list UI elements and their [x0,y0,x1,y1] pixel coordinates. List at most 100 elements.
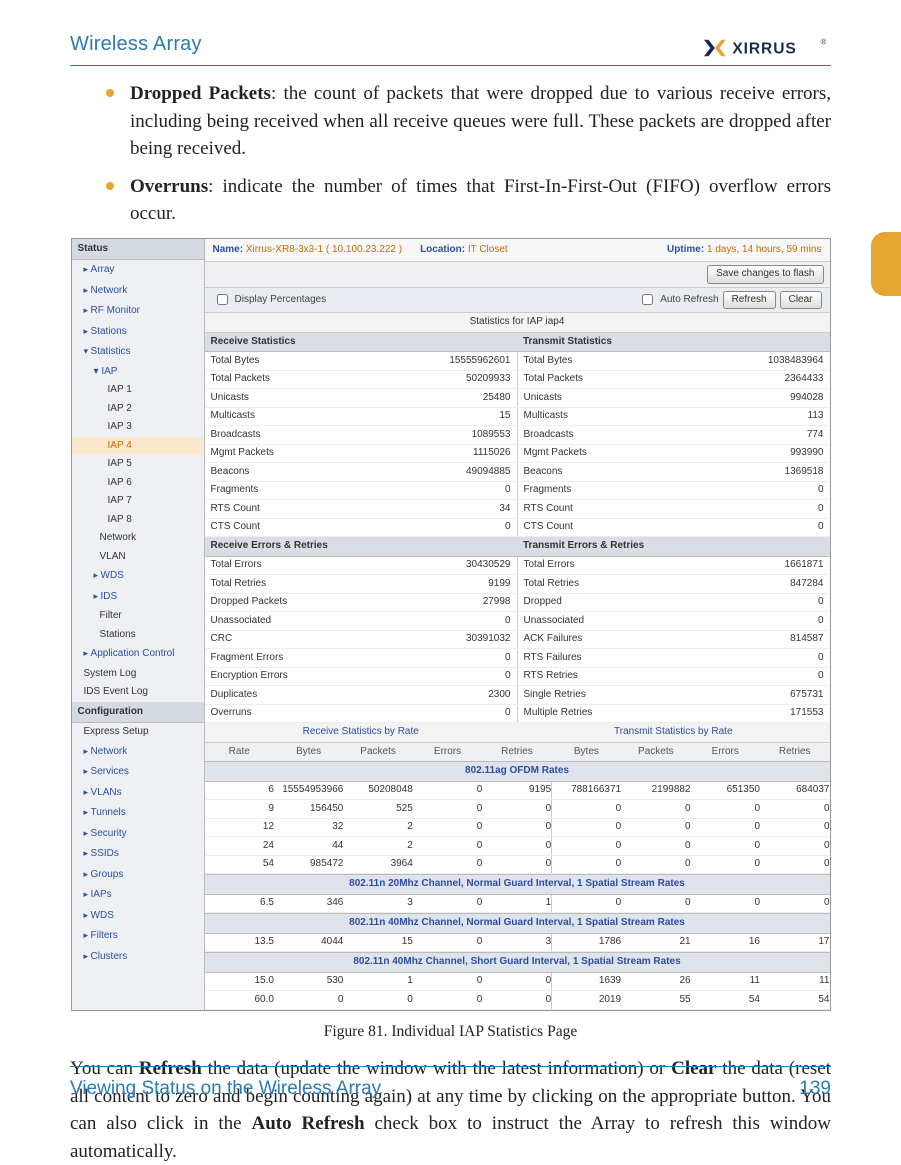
table-row: 13.5404415031786211617 [205,934,830,952]
sidebar-item-network[interactable]: Network [72,529,204,548]
sidebar-item-iap-7[interactable]: IAP 7 [72,492,204,511]
sidebar-item-system-log[interactable]: System Log [72,665,204,684]
sidebar-group-iap[interactable]: IAP [72,363,204,382]
figure-caption: Figure 81. Individual IAP Statistics Pag… [70,1021,831,1043]
table-row: 6155549539665020804809195788166371219988… [205,782,830,800]
sidebar-item-wds[interactable]: WDS [72,566,204,587]
xirrus-logo: XIRRUS ® [703,37,831,59]
sidebar-item-iap-1[interactable]: IAP 1 [72,381,204,400]
auto-refresh-checkbox[interactable]: Auto Refresh [638,291,718,308]
rate-rx-header: Receive Statistics by Rate [205,723,518,743]
sidebar-item-filters[interactable]: Filters [72,926,204,947]
sidebar-item-security[interactable]: Security [72,824,204,845]
sidebar-item-wds[interactable]: WDS [72,906,204,927]
sidebar-item-iap-6[interactable]: IAP 6 [72,474,204,493]
table-row: Encryption Errors0RTS Retries0 [205,667,830,686]
table-row: Overruns0Multiple Retries171553 [205,704,830,723]
stats-caption: Statistics for IAP iap4 [205,313,830,333]
rate-table: 6.53463010000 [205,895,830,914]
bullet-icon [106,182,114,190]
table-row: Unicasts25480Unicasts994028 [205,389,830,408]
table-row: Broadcasts1089553Broadcasts774 [205,426,830,445]
sidebar-item-rf-monitor[interactable]: RF Monitor [72,301,204,322]
stats-table: Total Bytes15555962601Total Bytes1038483… [205,352,830,537]
sidebar-item-clusters[interactable]: Clusters [72,947,204,968]
table-row: 60.000002019555454 [205,991,830,1010]
sidebar-item-network[interactable]: Network [72,742,204,763]
sidebar-item-ids-log[interactable]: IDS Event Log [72,683,204,702]
table-row: Total Errors30430529Total Errors1661871 [205,557,830,575]
svg-text:®: ® [820,37,826,46]
sidebar-item-tunnels[interactable]: Tunnels [72,803,204,824]
sidebar-item-iap-2[interactable]: IAP 2 [72,400,204,419]
table-row: 549854723964000000 [205,855,830,874]
sidebar-item-iap-8[interactable]: IAP 8 [72,511,204,530]
rx-err-header: Receive Errors & Retries [205,537,518,557]
sidebar-config-header: Configuration [72,702,204,724]
sidebar-item-stations[interactable]: Stations [72,626,204,645]
rate-table: 6155549539665020804809195788166371219988… [205,782,830,875]
svg-text:XIRRUS: XIRRUS [732,40,796,57]
table-row: CTS Count0CTS Count0 [205,518,830,537]
info-bar: Name: Xirrus-XR8-3x3-1 ( 10.100.23.222 )… [205,239,830,263]
table-row: 6.53463010000 [205,895,830,913]
table-row: Total Bytes15555962601Total Bytes1038483… [205,352,830,370]
table-row: Fragments0Fragments0 [205,481,830,500]
rate-columns: RateBytesPacketsErrorsRetriesBytesPacket… [205,743,830,762]
sidebar-item-iap-3[interactable]: IAP 3 [72,418,204,437]
rate-band-header: 802.11n 40Mhz Channel, Normal Guard Inte… [205,913,830,934]
rate-tx-header: Transmit Statistics by Rate [517,723,830,743]
bullet-dropped-packets: Dropped Packets: the count of packets th… [130,80,831,163]
rate-table: 15.0530100163926111160.000002019555454 [205,973,830,1010]
table-row: Dropped Packets27998Dropped0 [205,593,830,612]
sidebar-item-ssids[interactable]: SSIDs [72,844,204,865]
sidebar-item-iap-4[interactable]: IAP 4 [72,437,204,456]
sidebar-item-iaps[interactable]: IAPs [72,885,204,906]
sidebar-item-app-control[interactable]: Application Control [72,644,204,665]
page-tab-icon [871,232,901,296]
sidebar-item-array[interactable]: Array [72,260,204,281]
sidebar-item-vlans[interactable]: VLANs [72,783,204,804]
table-row: Duplicates2300Single Retries675731 [205,686,830,705]
rate-band-header: 802.11ag OFDM Rates [205,761,830,782]
sidebar-item-iap-5[interactable]: IAP 5 [72,455,204,474]
table-row: CRC30391032ACK Failures814587 [205,630,830,649]
table-row: Total Packets50209933Total Packets236443… [205,370,830,389]
rate-band-header: 802.11n 20Mhz Channel, Normal Guard Inte… [205,874,830,895]
table-row: Mgmt Packets1115026Mgmt Packets993990 [205,444,830,463]
sidebar: Status ArrayNetworkRF MonitorStations St… [72,239,205,1010]
page-number: 139 [799,1075,831,1103]
table-row: 24442000000 [205,837,830,856]
bullet-icon [106,89,114,97]
table-row: RTS Count34RTS Count0 [205,500,830,519]
tx-err-header: Transmit Errors & Retries [517,537,830,557]
tx-header: Transmit Statistics [517,333,830,353]
refresh-button[interactable]: Refresh [723,291,776,310]
sidebar-item-stations[interactable]: Stations [72,322,204,343]
sidebar-item-network[interactable]: Network [72,281,204,302]
sidebar-item-filter[interactable]: Filter [72,607,204,626]
sidebar-item-ids[interactable]: IDS [72,587,204,608]
table-row: 12322000000 [205,818,830,837]
save-button[interactable]: Save changes to flash [707,265,823,284]
errors-table: Total Errors30430529Total Errors1661871T… [205,557,830,724]
sidebar-item-groups[interactable]: Groups [72,865,204,886]
screenshot-iap-stats: Status ArrayNetworkRF MonitorStations St… [71,238,831,1011]
display-percentages-checkbox[interactable]: Display Percentages [213,291,327,310]
sidebar-section-statistics[interactable]: Statistics [72,342,204,363]
rate-table: 13.5404415031786211617 [205,934,830,953]
rx-header: Receive Statistics [205,333,518,353]
clear-button[interactable]: Clear [780,291,822,310]
table-row: Total Retries9199Total Retries847284 [205,575,830,594]
table-row: Fragment Errors0RTS Failures0 [205,649,830,668]
footer-section: Viewing Status on the Wireless Array [70,1075,381,1103]
bullet-overruns: Overruns: indicate the number of times t… [130,173,831,228]
table-row: Unassociated0Unassociated0 [205,612,830,631]
table-row: Multicasts15Multicasts113 [205,407,830,426]
sidebar-item-services[interactable]: Services [72,762,204,783]
sidebar-item-express-setup[interactable]: Express Setup [72,723,204,742]
table-row: 15.05301001639261111 [205,973,830,991]
doc-header: Wireless Array [70,30,202,59]
rate-band-header: 802.11n 40Mhz Channel, Short Guard Inter… [205,952,830,973]
sidebar-item-vlan[interactable]: VLAN [72,548,204,567]
